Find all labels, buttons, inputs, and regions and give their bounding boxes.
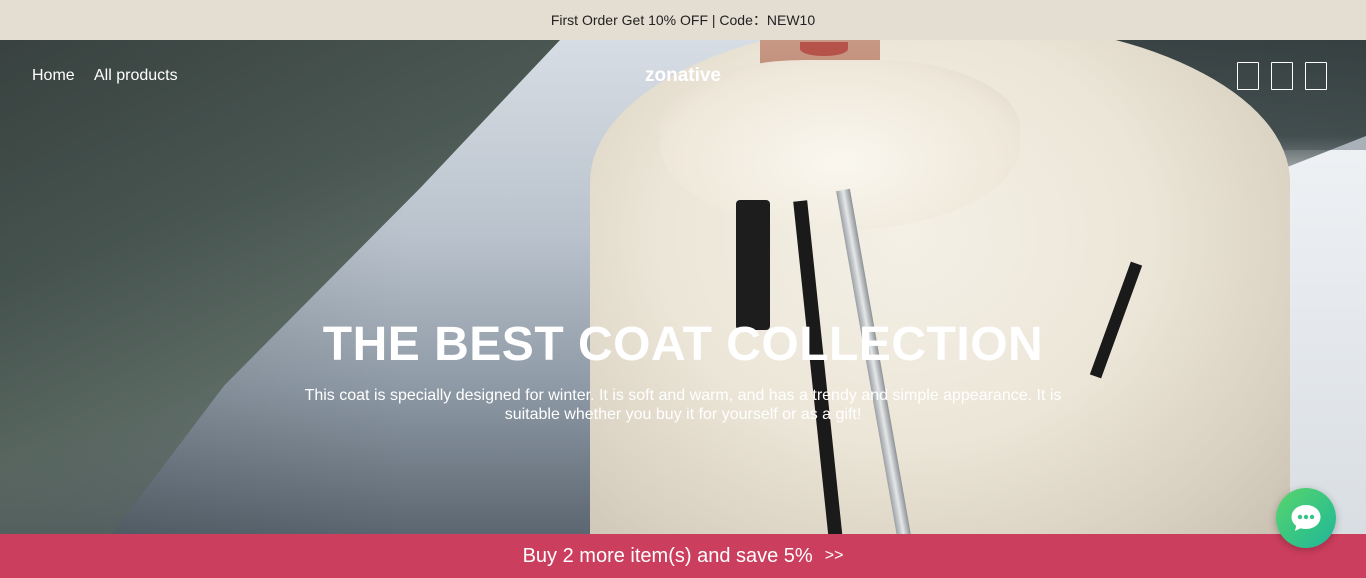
nav-link-home[interactable]: Home (32, 67, 75, 85)
chat-button[interactable] (1276, 488, 1336, 548)
hero-banner (0, 40, 1366, 534)
brand-logo[interactable]: zonative (645, 65, 721, 86)
hero-description: This coat is specially designed for wint… (304, 387, 1062, 423)
search-icon[interactable] (1237, 62, 1259, 90)
chat-bubble-icon (1291, 505, 1321, 531)
announcement-text: First Order Get 10% OFF | Code：NEW10 (550, 12, 816, 28)
cart-icon[interactable] (1305, 62, 1327, 90)
hero-strap (736, 200, 770, 330)
brand-logo-wrap: zonative (0, 65, 1366, 87)
main-nav: Home All products zonative (0, 40, 1366, 112)
announcement-bar: First Order Get 10% OFF | Code：NEW10 (0, 0, 1366, 40)
nav-link-all-products[interactable]: All products (94, 67, 178, 85)
hero-title: THE BEST COAT COLLECTION (322, 318, 1044, 371)
promo-arrows: >> (824, 547, 844, 564)
promo-text: Buy 2 more item(s) and save 5% (522, 544, 813, 567)
promo-bar[interactable]: Buy 2 more item(s) and save 5% >> (0, 534, 1366, 578)
hero-bridge (0, 40, 560, 534)
account-icon[interactable] (1271, 62, 1293, 90)
